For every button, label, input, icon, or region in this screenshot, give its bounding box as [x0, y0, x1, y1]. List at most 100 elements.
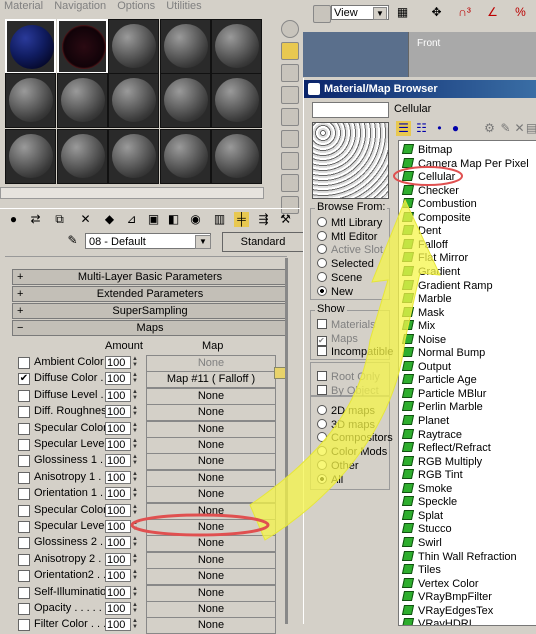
amount-spinner-icon[interactable]: ▲ ▼ [132, 520, 138, 533]
show-option[interactable]: Materials [317, 319, 376, 331]
rollout-header[interactable]: − Maps [12, 320, 288, 336]
eyedropper-icon[interactable]: ✎ [65, 233, 80, 248]
map-list-item[interactable]: Dent [401, 225, 441, 238]
material-slot[interactable] [160, 19, 211, 74]
select-region-icon[interactable] [313, 5, 331, 23]
amount-spinner-icon[interactable]: ▲ ▼ [132, 438, 138, 451]
map-enable-checkbox[interactable] [18, 504, 30, 517]
browse_from-option[interactable]: Selected [317, 258, 374, 270]
view-list-icon[interactable]: ☰ [396, 121, 411, 136]
material-slot[interactable] [108, 73, 159, 128]
map-enable-checkbox[interactable] [18, 521, 30, 533]
sample-type-icon[interactable] [281, 20, 299, 38]
map-slot-button[interactable]: None [146, 535, 276, 553]
map-slot-button[interactable]: None [146, 469, 276, 487]
map-list-item[interactable]: Camera Map Per Pixel [401, 157, 529, 171]
material-slot[interactable] [5, 19, 56, 74]
map-enable-checkbox[interactable] [18, 570, 30, 583]
filter-option[interactable]: 2D maps [317, 405, 375, 417]
amount-spinner-icon[interactable]: ▲ ▼ [132, 536, 138, 549]
map-list-item[interactable]: Swirl [401, 536, 442, 550]
material-slot[interactable] [108, 19, 159, 74]
map-enable-checkbox[interactable] [18, 471, 30, 484]
map-slot-button[interactable]: None [146, 568, 276, 586]
delete-from-library-icon[interactable]: ✎ [498, 121, 513, 136]
browse_from-option[interactable]: Active Slot [317, 244, 383, 256]
map-list-item[interactable]: Output [401, 360, 451, 374]
material-slot[interactable] [211, 73, 262, 128]
map-list-item[interactable]: Flat Mirror [401, 252, 468, 265]
material-slot[interactable] [160, 73, 211, 128]
map-enable-checkbox[interactable] [18, 357, 30, 369]
map-list-item[interactable]: Noise [401, 333, 446, 347]
map-slot-button[interactable]: None [146, 601, 276, 618]
map-list-item[interactable]: Perlin Marble [401, 401, 483, 414]
map-list-item[interactable]: Composite [401, 211, 471, 225]
amount-spinner-icon[interactable]: ▲ ▼ [132, 454, 138, 467]
material-id-icon[interactable]: ◧ [166, 212, 181, 227]
map-slot-button[interactable]: None [146, 420, 276, 438]
put-to-library-icon[interactable]: ▣ [146, 212, 161, 227]
map-amount-field[interactable]: 100 [105, 569, 131, 583]
rollout-header[interactable]: + Multi-Layer Basic Parameters [12, 269, 288, 285]
slots-scrollbar[interactable] [0, 187, 264, 199]
map-list-item[interactable]: Mix [401, 320, 435, 333]
amount-spinner-icon[interactable]: ▲ ▼ [132, 602, 138, 615]
put-to-scene-icon[interactable]: ⇄ [28, 212, 43, 227]
go-forward-sibling-icon[interactable]: ⇶ [256, 212, 271, 227]
go-to-parent-icon[interactable]: ╪ [234, 212, 249, 227]
map-list-item[interactable]: Thin Wall Refraction [401, 550, 517, 564]
map-slot-button[interactable]: None [146, 387, 276, 405]
amount-spinner-icon[interactable]: ▲ ▼ [132, 422, 138, 435]
material-slot[interactable] [57, 129, 108, 184]
map-list-item[interactable]: Combustion [401, 198, 477, 211]
amount-spinner-icon[interactable]: ▲ ▼ [132, 471, 138, 484]
map-list-item[interactable]: VRayHDRI [401, 618, 472, 625]
amount-spinner-icon[interactable]: ▲ ▼ [132, 356, 138, 369]
map-slot-button[interactable]: None [146, 617, 276, 634]
show-option[interactable]: Incompatible [317, 346, 393, 358]
get-material-icon[interactable]: ● [6, 212, 21, 227]
map-list-item[interactable]: Checker [401, 184, 459, 198]
map-list-item[interactable]: Stucco [401, 523, 452, 536]
map-list-item[interactable]: Mask [401, 306, 444, 320]
map-list-item[interactable]: Cellular [401, 171, 455, 184]
map-amount-field[interactable]: 100 [105, 405, 131, 419]
material-name-field[interactable]: 08 - Default ▼ [85, 233, 211, 249]
map-enable-checkbox[interactable] [18, 389, 30, 402]
amount-spinner-icon[interactable]: ▲ ▼ [132, 553, 138, 566]
map-slot-button[interactable]: None [146, 519, 276, 536]
browse_from-option[interactable]: New [317, 285, 353, 298]
map-slot-button[interactable]: None [146, 584, 276, 602]
material-slot[interactable] [211, 19, 262, 74]
map-slot-button[interactable]: Map #11 ( Falloff ) [146, 371, 276, 389]
map-amount-field[interactable]: 100 [105, 536, 131, 550]
copy-material-icon[interactable]: ◆ [102, 212, 117, 227]
map-list-item[interactable]: Gradient Ramp [401, 279, 493, 293]
map-enable-checkbox[interactable]: ✔ [18, 373, 30, 386]
menu-material[interactable]: Material [4, 0, 43, 12]
map-amount-field[interactable]: 100 [105, 470, 131, 484]
map-slot-button[interactable]: None [146, 486, 276, 504]
map-enable-checkbox[interactable] [18, 422, 30, 435]
map-amount-field[interactable]: 100 [105, 602, 131, 615]
map-amount-field[interactable]: 100 [105, 487, 131, 501]
map-enable-checkbox[interactable] [18, 455, 30, 468]
rollout-scrollbar[interactable] [285, 258, 288, 624]
map-amount-field[interactable]: 100 [105, 454, 131, 468]
amount-spinner-icon[interactable]: ▲ ▼ [132, 487, 138, 500]
map-amount-field[interactable]: 100 [105, 356, 131, 369]
filter-option[interactable]: Other [317, 459, 359, 472]
map-list-item[interactable]: Smoke [401, 482, 452, 496]
material-slot[interactable] [57, 19, 108, 74]
assign-material-icon[interactable]: ⧉ [52, 212, 67, 227]
options-icon[interactable] [281, 152, 299, 170]
view-small-icons-icon[interactable]: • [432, 121, 447, 136]
map-slot-button[interactable]: None [146, 355, 276, 372]
filter-option[interactable]: All [317, 473, 343, 486]
map-list-item[interactable]: Particle MBlur [401, 387, 486, 401]
map-amount-field[interactable]: 100 [105, 421, 131, 435]
browse_from-option[interactable]: Scene [317, 271, 362, 284]
map-amount-field[interactable]: 100 [105, 520, 131, 533]
show-end-result-icon[interactable]: ▥ [212, 212, 227, 227]
